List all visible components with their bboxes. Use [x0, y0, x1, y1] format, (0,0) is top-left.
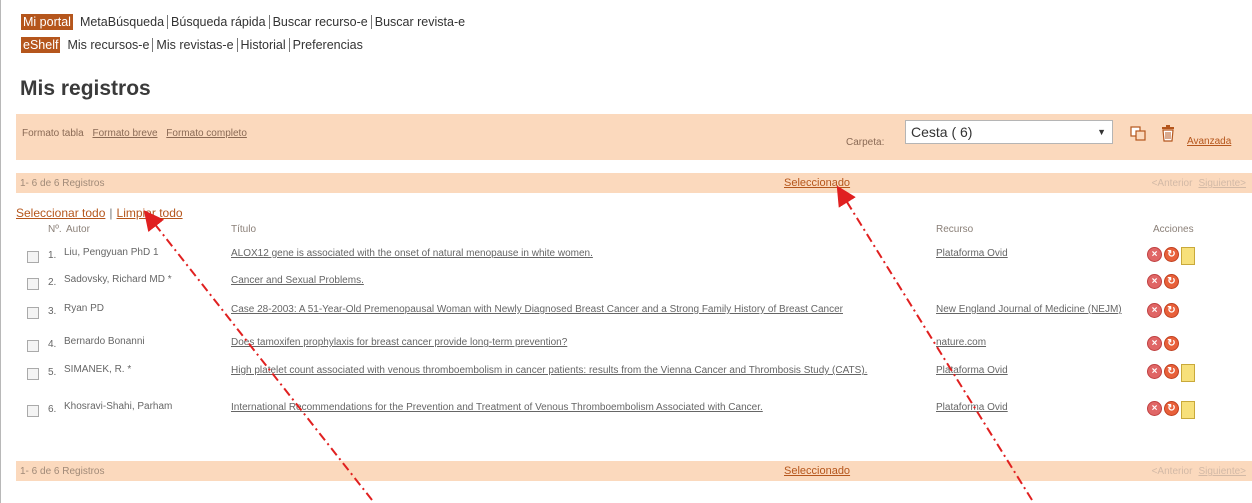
annotation-arrow-left	[143, 210, 373, 501]
annotation-arrow-right	[836, 185, 1033, 501]
annotation-arrows	[143, 185, 1033, 501]
